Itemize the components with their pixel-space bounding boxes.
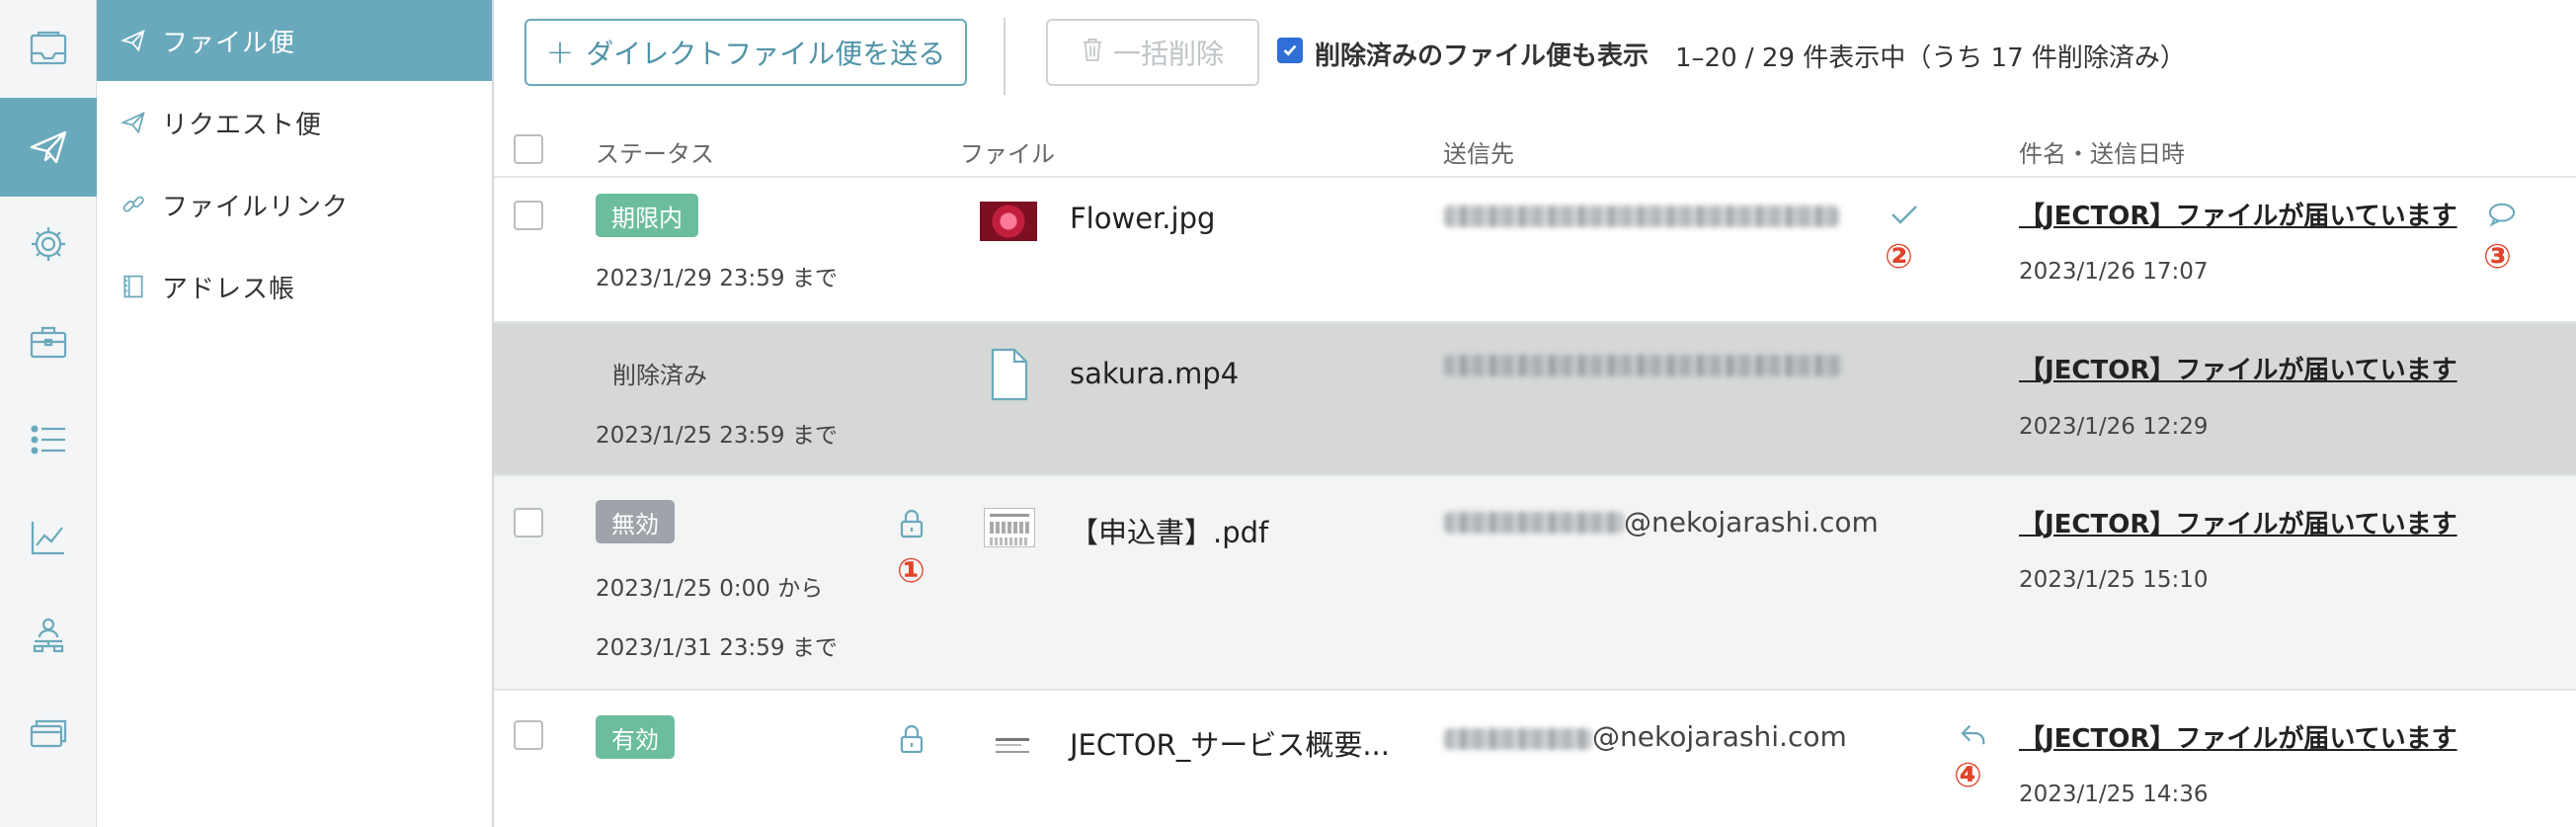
paper-plane-icon xyxy=(117,24,150,57)
org-icon xyxy=(33,618,64,653)
table-row[interactable]: 期限内 2023/1/29 23:59 まで Flower.jpg ② 【JEC… xyxy=(494,180,2576,323)
list-icon xyxy=(31,425,65,455)
cards-icon xyxy=(30,719,67,748)
table-header: ステータス ファイル 送信先 件名・送信日時 xyxy=(494,119,2576,178)
header-recipient: 送信先 xyxy=(1443,140,1514,168)
reply-icon[interactable] xyxy=(1957,720,1990,750)
bulk-delete-label: 一括削除 xyxy=(1112,38,1224,70)
lock-icon[interactable] xyxy=(897,721,926,757)
status-badge: 無効 xyxy=(596,500,675,543)
plus-icon: + xyxy=(545,33,575,72)
period-end-text: 2023/1/31 23:59 まで xyxy=(596,635,838,661)
sent-date: 2023/1/25 15:10 xyxy=(2019,567,2209,593)
recipient-email-redacted xyxy=(1444,512,1624,534)
doc-thumbnail xyxy=(990,730,1035,760)
table-row[interactable]: 無効 2023/1/25 0:00 から 2023/1/31 23:59 まで … xyxy=(494,476,2576,691)
address-book-icon xyxy=(117,270,150,303)
subject-link[interactable]: 【JECTOR】ファイルが届いています xyxy=(2019,350,2457,386)
send-direct-file-button[interactable]: + ダイレクトファイル便を送る xyxy=(524,19,967,86)
recipient-email-redacted xyxy=(1444,355,1843,376)
app-window: ファイル便 リクエスト便 ファイルリンク アドレス帳 + ダイレクトファイル便を xyxy=(0,0,2576,827)
bulk-delete-button[interactable]: 一括削除 xyxy=(1046,19,1259,86)
rail-list[interactable] xyxy=(0,390,97,489)
subject-link[interactable]: 【JECTOR】ファイルが届いています xyxy=(2019,196,2457,232)
check-icon xyxy=(1888,200,1921,229)
status-text-deleted: 削除済み xyxy=(612,362,707,389)
sidebar-item-address-book[interactable]: アドレス帳 xyxy=(97,246,492,327)
subject-link[interactable]: 【JECTOR】ファイルが届いています xyxy=(2019,504,2457,540)
row-checkbox[interactable] xyxy=(514,720,543,750)
gear-icon xyxy=(32,227,65,261)
subject-link[interactable]: 【JECTOR】ファイルが届いています xyxy=(2019,718,2457,755)
comment-icon[interactable] xyxy=(2485,200,2519,229)
header-status: ステータス xyxy=(596,140,714,168)
briefcase-icon xyxy=(30,326,67,359)
link-icon xyxy=(117,188,150,221)
row-checkbox[interactable] xyxy=(514,508,543,538)
sidebar-item-label: アドレス帳 xyxy=(162,274,296,304)
status-badge: 有効 xyxy=(596,715,675,759)
toolbar: + ダイレクトファイル便を送る 一括削除 削除済みのファイル便も表示 1–20 … xyxy=(494,0,2576,105)
paper-plane-icon xyxy=(117,106,150,139)
sidebar-item-label: ファイル便 xyxy=(162,28,296,58)
show-deleted-checkbox[interactable] xyxy=(1277,38,1303,63)
toolbar-divider xyxy=(1004,18,1006,95)
sidebar-item-label: ファイルリンク xyxy=(162,192,350,222)
sidebar-item-file-delivery[interactable]: ファイル便 xyxy=(97,0,492,81)
file-name[interactable]: Flower.jpg xyxy=(1070,202,1215,235)
document-icon xyxy=(988,345,1031,404)
icon-rail xyxy=(0,0,97,827)
marker-3: ③ xyxy=(2483,237,2512,277)
period-text: 2023/1/29 23:59 まで xyxy=(596,266,838,291)
rail-chart[interactable] xyxy=(0,488,97,587)
recipient-domain: @nekojarashi.com xyxy=(1592,720,1847,753)
sent-date: 2023/1/25 14:36 xyxy=(2019,782,2209,807)
table-row-deleted[interactable]: 削除済み 2023/1/25 23:59 まで sakura.mp4 【JECT… xyxy=(494,323,2576,476)
file-name[interactable]: JECTOR_サービス概要... xyxy=(1070,722,1390,764)
show-deleted-label[interactable]: 削除済みのファイル便も表示 xyxy=(1315,36,1649,72)
send-button-label: ダイレクトファイル便を送る xyxy=(586,38,946,70)
recipient-domain: @nekojarashi.com xyxy=(1624,506,1879,538)
chart-icon xyxy=(31,522,64,555)
pdf-thumbnail xyxy=(984,508,1035,547)
recipient-email-redacted xyxy=(1444,206,1839,227)
period-start-text: 2023/1/25 0:00 から xyxy=(596,576,824,602)
inbox-icon xyxy=(30,31,67,65)
marker-4: ④ xyxy=(1954,756,1982,795)
header-subject-date: 件名・送信日時 xyxy=(2019,140,2185,168)
checkmark-icon xyxy=(1283,44,1297,56)
header-file: ファイル xyxy=(960,140,1055,168)
file-name[interactable]: sakura.mp4 xyxy=(1070,357,1239,390)
row-checkbox[interactable] xyxy=(514,201,543,230)
recipient-email-redacted xyxy=(1444,728,1592,750)
sidebar-item-file-link[interactable]: ファイルリンク xyxy=(97,164,492,245)
file-name[interactable]: 【申込書】.pdf xyxy=(1070,510,1268,551)
rail-inbox[interactable] xyxy=(0,0,97,99)
marker-1: ① xyxy=(897,551,926,591)
marker-2: ② xyxy=(1885,237,1913,277)
sidebar-item-request[interactable]: リクエスト便 xyxy=(97,82,492,163)
main-content: + ダイレクトファイル便を送る 一括削除 削除済みのファイル便も表示 1–20 … xyxy=(494,0,2576,827)
rail-cards[interactable] xyxy=(0,684,97,783)
sent-date: 2023/1/26 17:07 xyxy=(2019,259,2209,285)
sidebar: ファイル便 リクエスト便 ファイルリンク アドレス帳 xyxy=(97,0,494,827)
paper-plane-icon xyxy=(30,130,67,164)
lock-icon[interactable] xyxy=(897,506,926,541)
rail-send[interactable] xyxy=(0,98,97,197)
sent-date: 2023/1/26 12:29 xyxy=(2019,414,2209,440)
trash-icon xyxy=(1082,37,1103,69)
result-count: 1–20 / 29 件表示中（うち 17 件削除済み） xyxy=(1675,43,2186,73)
period-text: 2023/1/25 23:59 まで xyxy=(596,423,838,449)
status-badge: 期限内 xyxy=(596,194,698,237)
select-all-checkbox[interactable] xyxy=(514,134,543,164)
flower-thumbnail xyxy=(980,202,1037,241)
rail-org[interactable] xyxy=(0,586,97,685)
table-row[interactable]: 有効 JECTOR_サービス概要... @nekojarashi.com ④ 【… xyxy=(494,691,2576,827)
rail-settings[interactable] xyxy=(0,195,97,293)
rail-briefcase[interactable] xyxy=(0,292,97,391)
sidebar-item-label: リクエスト便 xyxy=(162,110,323,140)
